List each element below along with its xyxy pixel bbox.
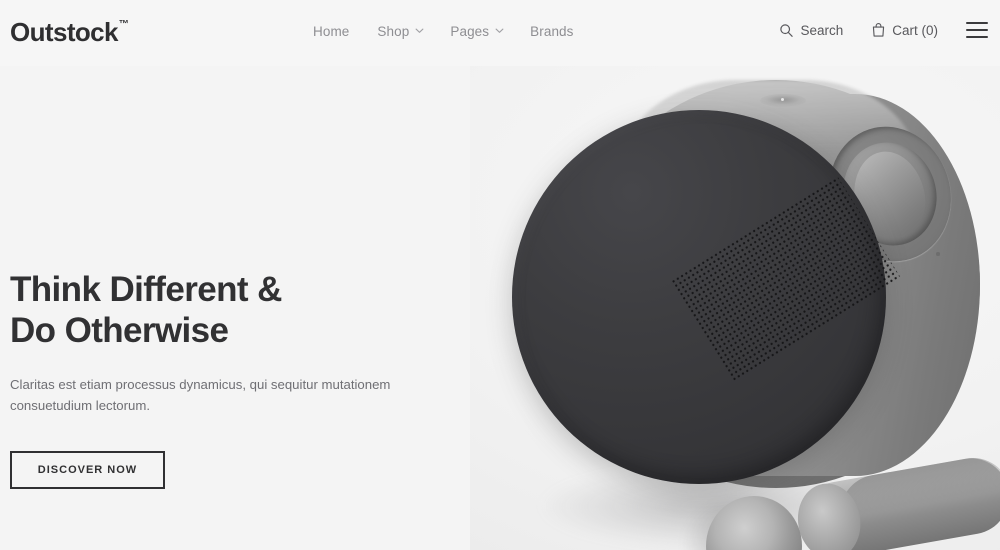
nav-item-brands[interactable]: Brands <box>530 24 599 39</box>
trademark-symbol: ™ <box>118 19 129 30</box>
site-header: Outstock ™ Home Shop Pages Brands Search… <box>0 0 1000 66</box>
search-icon <box>779 23 794 38</box>
speaker-side-indicator <box>936 252 940 256</box>
nav-label-home: Home <box>313 24 350 39</box>
speaker-top-port <box>760 94 806 107</box>
nav-label-brands: Brands <box>530 24 574 39</box>
logo-text: Outstock <box>10 17 118 47</box>
shopping-bag-icon <box>871 22 886 38</box>
chevron-down-icon <box>415 26 424 35</box>
nav-label-pages: Pages <box>450 24 490 39</box>
hamburger-menu-icon[interactable] <box>966 22 988 38</box>
main-navigation: Home Shop Pages Brands <box>313 24 600 39</box>
speaker-front-face <box>512 110 901 484</box>
header-utilities: Search Cart (0) <box>779 22 988 38</box>
hero-page: Outstock ™ Home Shop Pages Brands Search… <box>0 0 1000 550</box>
hamburger-bar <box>966 28 988 32</box>
chevron-down-icon <box>495 26 504 35</box>
cart-button[interactable]: Cart (0) <box>871 22 938 38</box>
headline-line-1: Think Different & <box>10 270 282 309</box>
nav-item-shop[interactable]: Shop <box>377 24 450 39</box>
nav-item-home[interactable]: Home <box>313 24 377 39</box>
page-title: Think Different & Do Otherwise <box>10 270 440 352</box>
hero-content: Think Different & Do Otherwise Claritas … <box>10 270 440 489</box>
hero-paragraph: Claritas est etiam processus dynamicus, … <box>10 376 391 414</box>
discover-now-button[interactable]: DISCOVER NOW <box>10 450 165 489</box>
search-label: Search <box>800 22 844 38</box>
cart-label: Cart (0) <box>892 22 938 38</box>
hamburger-bar <box>966 22 988 25</box>
site-logo[interactable]: Outstock ™ <box>10 17 129 48</box>
search-button[interactable]: Search <box>779 23 843 38</box>
headline-line-2: Do Otherwise <box>10 310 229 350</box>
hero-product-image <box>470 66 1000 550</box>
hamburger-bar <box>966 35 988 38</box>
nav-item-pages[interactable]: Pages <box>450 24 530 39</box>
nav-label-shop: Shop <box>377 24 410 39</box>
